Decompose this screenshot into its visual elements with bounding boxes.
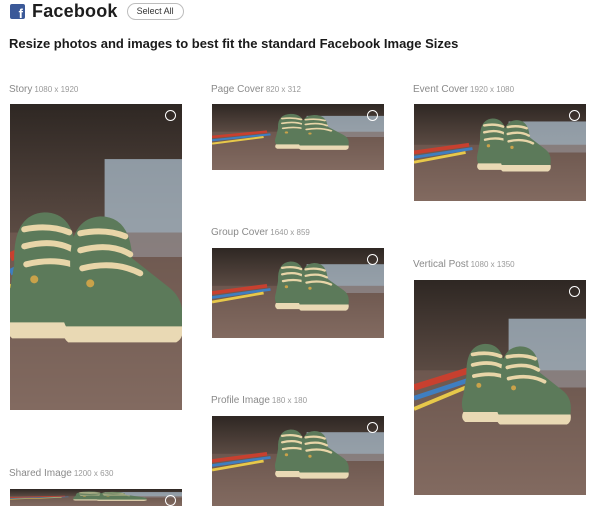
page-subtitle: Resize photos and images to best fit the… <box>9 36 459 51</box>
photo-image <box>212 248 384 338</box>
event-cover-label: Event Cover 1920 x 1080 <box>413 84 514 95</box>
photo-image <box>414 280 586 495</box>
event-cover-size: 1920 x 1080 <box>470 85 515 94</box>
header: f Facebook Select All <box>10 1 184 21</box>
story-label: Story 1080 x 1920 <box>9 84 78 95</box>
profile-image-select-radio[interactable] <box>367 422 378 433</box>
group-cover-size: 1640 x 859 <box>270 228 310 237</box>
page-cover-name: Page Cover <box>211 84 264 95</box>
shared-image-name: Shared Image <box>9 468 72 479</box>
page-cover-size: 820 x 312 <box>265 85 301 94</box>
shared-image-thumbnail[interactable] <box>10 489 182 506</box>
photo-image <box>414 104 586 201</box>
photo-image <box>212 104 384 170</box>
profile-image-thumbnail[interactable] <box>212 416 384 506</box>
vertical-post-name: Vertical Post <box>413 259 469 270</box>
photo-image <box>10 104 182 410</box>
select-all-button[interactable]: Select All <box>126 2 184 20</box>
group-cover-label: Group Cover 1640 x 859 <box>211 227 310 238</box>
event-cover-thumbnail[interactable] <box>414 104 586 201</box>
vertical-post-size: 1080 x 1350 <box>470 260 515 269</box>
vertical-post-select-radio[interactable] <box>569 286 580 297</box>
story-size: 1080 x 1920 <box>34 85 79 94</box>
vertical-post-thumbnail[interactable] <box>414 280 586 495</box>
group-cover-select-radio[interactable] <box>367 254 378 265</box>
vertical-post-label: Vertical Post 1080 x 1350 <box>413 259 515 270</box>
event-cover-select-radio[interactable] <box>569 110 580 121</box>
page-title: Facebook <box>32 0 118 21</box>
shared-image-label: Shared Image 1200 x 630 <box>9 468 113 479</box>
story-thumbnail[interactable] <box>10 104 182 410</box>
shared-image-select-radio[interactable] <box>165 495 176 506</box>
photo-image <box>10 489 182 506</box>
profile-image-label: Profile Image 180 x 180 <box>211 395 307 406</box>
story-select-radio[interactable] <box>165 110 176 121</box>
shared-image-size: 1200 x 630 <box>73 469 114 478</box>
page-cover-label: Page Cover 820 x 312 <box>211 84 301 95</box>
group-cover-name: Group Cover <box>211 227 269 238</box>
profile-image-size: 180 x 180 <box>271 396 308 405</box>
facebook-icon: f <box>10 3 25 20</box>
group-cover-thumbnail[interactable] <box>212 248 384 338</box>
story-name: Story <box>9 84 33 95</box>
event-cover-name: Event Cover <box>413 84 469 95</box>
photo-image <box>212 416 384 506</box>
profile-image-name: Profile Image <box>211 395 270 406</box>
page-cover-select-radio[interactable] <box>367 110 378 121</box>
page-cover-thumbnail[interactable] <box>212 104 384 170</box>
